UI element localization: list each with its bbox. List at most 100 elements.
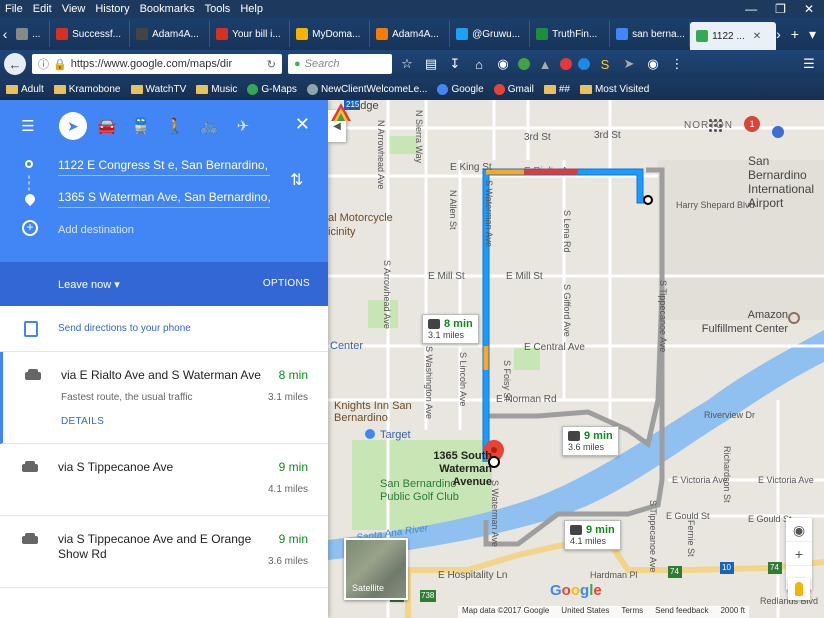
satellite-label: Satellite (352, 583, 385, 593)
flight-mode-icon[interactable]: ✈ (226, 110, 260, 142)
origin-input[interactable]: 1122 E Congress St e, San Bernardino, CA (58, 154, 270, 176)
apps-grid-icon[interactable] (708, 118, 722, 132)
extension-gray-icon[interactable]: ▲ (536, 57, 554, 72)
menu-edit[interactable]: Edit (28, 3, 57, 15)
profile-sync-icon[interactable]: ◉ (644, 56, 662, 72)
route-bubble-1[interactable]: 8 min 3.1 miles (422, 314, 479, 344)
map-label: al Motorcycle (328, 212, 393, 224)
route-bubble-3[interactable]: 9 min 4.1 miles (564, 520, 621, 550)
scale-label[interactable]: 2000 ft (720, 606, 744, 618)
walk-mode-icon[interactable]: 🚶 (158, 110, 192, 142)
close-directions-icon[interactable]: ✕ (295, 114, 310, 135)
map-canvas[interactable]: ◀ Lodge 3rd St 3rd St E King St E Rialto… (328, 100, 824, 618)
close-window-icon[interactable]: ✕ (804, 2, 814, 16)
folder-icon (543, 84, 556, 94)
region-link[interactable]: United States (561, 606, 609, 618)
close-tab-icon[interactable]: ✕ (753, 31, 761, 42)
bookmark-item[interactable]: Kramobone (53, 84, 121, 95)
new-tab-icon[interactable]: + (791, 26, 799, 43)
swap-icon[interactable]: ⇅ (290, 170, 303, 190)
destination-input[interactable]: 1365 S Waterman Ave, San Bernardino, CA (58, 186, 270, 208)
extension-arrow-icon[interactable]: ➤ (620, 56, 638, 72)
leave-now-label: Leave now (58, 279, 112, 291)
terms-link[interactable]: Terms (621, 606, 643, 618)
add-destination-icon[interactable]: + (22, 220, 38, 236)
bookmark-item[interactable]: WatchTV (130, 84, 186, 95)
bookmark-item[interactable]: Google (437, 83, 484, 95)
send-feedback-link[interactable]: Send feedback (655, 606, 708, 618)
send-to-phone-row[interactable]: Send directions to your phone (0, 306, 328, 352)
tab-scroll-right-icon[interactable]: › (776, 26, 781, 43)
bookmark-item[interactable]: Gmail (493, 83, 534, 95)
browser-tab-8[interactable]: san berna... (610, 21, 691, 47)
satellite-toggle[interactable]: Satellite (344, 538, 408, 600)
tab-scroll-left-icon[interactable]: ‹ (0, 26, 10, 42)
browser-tab-1[interactable]: Successf... (50, 21, 131, 47)
search-input[interactable]: ● Search (288, 54, 392, 74)
reload-icon[interactable]: ↻ (267, 58, 276, 71)
url-bar[interactable]: ⓘ 🔒 https://www.google.com/maps/dir ↻ (32, 54, 282, 74)
target-marker[interactable] (365, 429, 375, 439)
reader-icon[interactable]: ▤ (422, 56, 440, 72)
extension-s-icon[interactable]: S (596, 57, 614, 72)
route-option-1[interactable]: via E Rialto Ave and S Waterman Ave 8 mi… (0, 352, 328, 444)
menu-view[interactable]: View (57, 3, 91, 15)
send-to-phone-link[interactable]: Send directions to your phone (58, 323, 191, 334)
bookmark-item[interactable]: Most Visited (579, 84, 649, 95)
route-bubble-2[interactable]: 9 min 3.6 miles (562, 426, 619, 456)
bookmark-star-icon[interactable]: ☆ (398, 56, 416, 72)
back-icon[interactable]: ← (4, 53, 26, 75)
bookmark-item[interactable]: Music (196, 84, 237, 95)
menu-file[interactable]: File (0, 3, 28, 15)
bookmark-item[interactable]: Adult (6, 84, 44, 95)
bookmark-item[interactable]: ## (543, 84, 570, 95)
bike-mode-icon[interactable]: 🚲 (192, 110, 226, 142)
bookmark-item[interactable]: NewClientWelcomeLe... (306, 83, 428, 95)
bookmark-label: NewClientWelcomeLe... (320, 83, 428, 95)
menu-icon[interactable]: ☰ (0, 110, 56, 142)
origin-marker[interactable] (643, 195, 653, 205)
transit-mode-icon[interactable]: 🚆 (124, 110, 158, 142)
hamburger-menu-icon[interactable]: ☰ (800, 56, 818, 72)
browser-tab-2[interactable]: Adam4A... (130, 21, 211, 47)
notification-badge[interactable]: 1 (744, 116, 760, 132)
extension-green-icon[interactable] (518, 58, 530, 70)
directions-mode-icon[interactable]: ➤ (59, 112, 87, 140)
extension-blue-icon[interactable] (578, 58, 590, 70)
route-option-3[interactable]: via S Tippecanoe Ave and E Orange Show R… (0, 516, 328, 588)
minimize-icon[interactable]: — (745, 2, 757, 16)
overflow-icon[interactable]: ⋮ (668, 56, 686, 72)
menu-bookmarks[interactable]: Bookmarks (135, 3, 200, 15)
menu-help[interactable]: Help (235, 3, 268, 15)
browser-tab-4[interactable]: MyDoma... (290, 21, 371, 47)
bookmark-item[interactable]: G-Maps (247, 83, 297, 95)
restore-icon[interactable]: ❐ (775, 2, 786, 16)
browser-tab-6[interactable]: @Gruwu... (450, 21, 531, 47)
home-icon[interactable]: ⌂ (470, 57, 488, 72)
bookmark-label: Google (451, 83, 484, 95)
menu-history[interactable]: History (90, 3, 134, 15)
options-button[interactable]: OPTIONS (263, 278, 310, 289)
zoom-in-button[interactable]: + (786, 542, 812, 566)
tab-list-icon[interactable]: ▾ (809, 26, 816, 43)
account-avatar[interactable] (328, 100, 354, 126)
pocket-icon[interactable]: ◉ (494, 56, 512, 72)
leave-now-dropdown[interactable]: Leave now ▾ (58, 278, 120, 291)
my-location-icon[interactable]: ◉ (786, 518, 812, 542)
browser-tab-0[interactable]: ... (10, 21, 51, 47)
browser-tab-3[interactable]: Your bill i... (210, 21, 291, 47)
downloads-icon[interactable]: ↧ (446, 56, 464, 72)
browser-tab-5[interactable]: Adam4A... (370, 21, 451, 47)
menu-tools[interactable]: Tools (200, 3, 236, 15)
info-icon[interactable]: ⓘ (38, 56, 49, 72)
pegman-icon[interactable] (788, 578, 810, 600)
browser-tab-9[interactable]: 1122 ... ✕ (690, 22, 777, 50)
drive-mode-icon[interactable]: 🚘 (90, 110, 124, 142)
extension-color-icon[interactable] (560, 58, 572, 70)
airport-icon[interactable] (772, 126, 784, 138)
browser-tab-7[interactable]: TruthFin... (530, 21, 611, 47)
details-button[interactable]: DETAILS (61, 416, 104, 427)
add-destination-button[interactable]: Add destination (58, 224, 134, 236)
shield-label: 74 (770, 563, 779, 572)
route-option-2[interactable]: via S Tippecanoe Ave 9 min 4.1 miles (0, 444, 328, 516)
